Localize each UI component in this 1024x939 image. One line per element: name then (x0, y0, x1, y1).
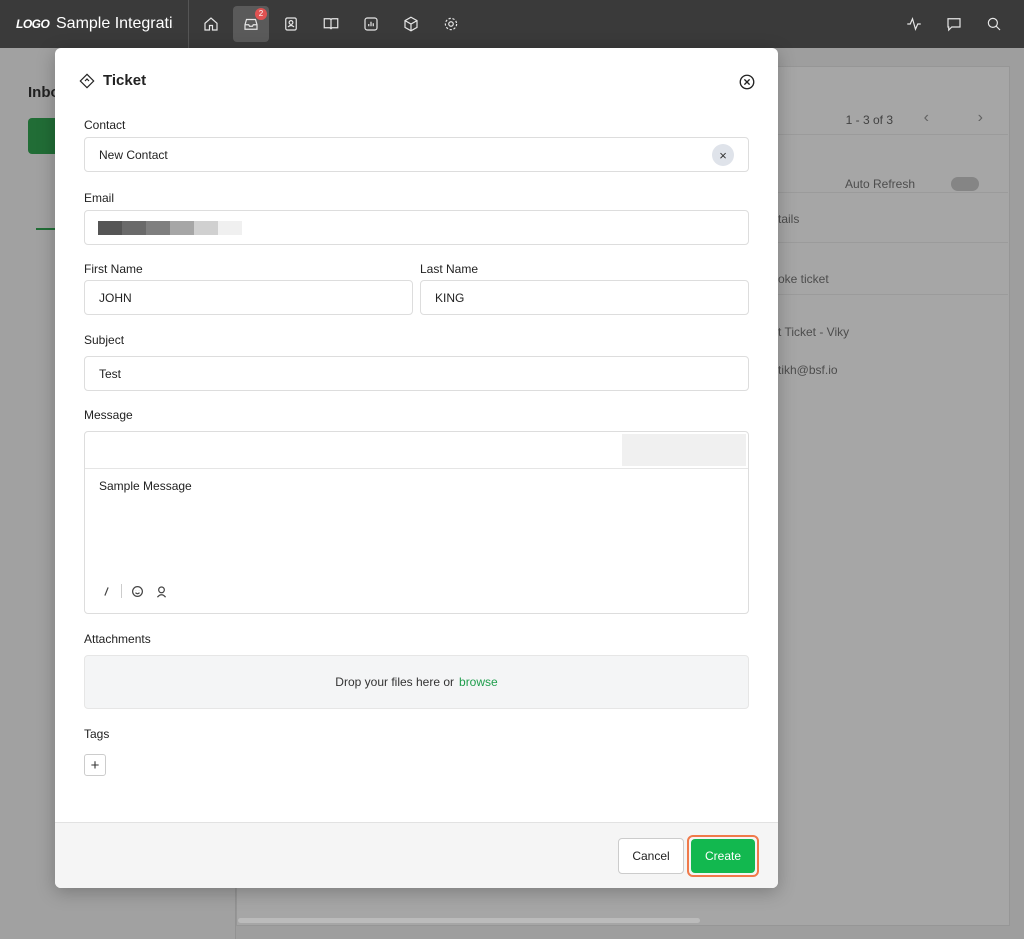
cube-icon (404, 16, 418, 32)
contact-select[interactable]: New Contact × (84, 137, 749, 172)
attachments-dropzone[interactable]: Drop your files here or browse (84, 655, 749, 709)
app-logo: LOGO (16, 17, 50, 31)
inbox-badge: 2 (255, 8, 267, 20)
tool-separator (121, 584, 122, 598)
app-title[interactable]: Sample Integrati... (56, 15, 174, 33)
nav-reports[interactable] (353, 6, 389, 42)
close-button[interactable] (738, 73, 756, 91)
editor-toolbar (85, 432, 748, 469)
last-name-value: KING (435, 290, 465, 305)
modal-footer: Cancel Create (55, 822, 778, 888)
search-icon (987, 17, 1001, 31)
drop-text: Drop your files here or (335, 675, 455, 689)
subject-value: Test (99, 366, 122, 381)
activity-button[interactable] (896, 6, 932, 42)
message-text[interactable]: Sample Message (99, 479, 192, 493)
reports-icon (364, 17, 378, 31)
last-name-label: Last Name (420, 262, 479, 276)
canned-response-button[interactable] (152, 582, 170, 600)
activity-icon (907, 16, 921, 32)
horizontal-scrollbar[interactable] (238, 918, 700, 923)
cancel-button[interactable]: Cancel (618, 838, 684, 874)
add-tag-button[interactable]: + (84, 754, 106, 776)
attachments-label: Attachments (84, 632, 151, 646)
search-button[interactable] (976, 6, 1012, 42)
toolbar-placeholder (622, 434, 746, 466)
chat-icon (947, 18, 961, 32)
clear-contact-button[interactable]: × (712, 144, 734, 166)
first-name-field[interactable]: JOHN (84, 280, 413, 315)
top-bar: LOGO Sample Integrati... 2 (0, 0, 1024, 48)
home-icon (204, 17, 218, 31)
nav-home[interactable] (193, 6, 229, 42)
top-separator (188, 0, 189, 48)
first-name-label: First Name (84, 262, 143, 276)
book-icon (323, 18, 339, 30)
create-button-highlight: Create (687, 835, 759, 877)
contacts-icon (285, 17, 297, 31)
agent-icon (156, 585, 166, 598)
smiley-icon (131, 585, 143, 597)
nav-knowledge-base[interactable] (313, 6, 349, 42)
tags-label: Tags (84, 727, 110, 741)
nav-contacts[interactable] (273, 6, 309, 42)
top-right-actions (892, 6, 1012, 42)
ticket-icon (79, 72, 95, 89)
modal-header: Ticket (79, 72, 146, 89)
message-editor[interactable]: Sample Message (84, 431, 749, 614)
contact-value: New Contact (99, 147, 168, 162)
gear-icon (444, 17, 458, 31)
emoji-button[interactable] (128, 582, 146, 600)
ticket-modal: Ticket Contact New Contact × Email First… (55, 48, 778, 888)
subject-field[interactable]: Test (84, 356, 749, 391)
slash-command-button[interactable] (97, 582, 115, 600)
close-icon (739, 74, 755, 90)
message-label: Message (84, 408, 133, 422)
slash-icon (103, 586, 109, 596)
email-label: Email (84, 191, 115, 205)
nav-inbox[interactable]: 2 (233, 6, 269, 42)
subject-label: Subject (84, 333, 125, 347)
first-name-value: JOHN (99, 290, 132, 305)
browse-link[interactable]: browse (459, 675, 498, 689)
redacted-email (98, 221, 242, 235)
email-field[interactable] (84, 210, 749, 245)
last-name-field[interactable]: KING (420, 280, 749, 315)
nav-apps[interactable] (393, 6, 429, 42)
create-button[interactable]: Create (691, 839, 755, 873)
editor-bottom-tools (97, 582, 170, 600)
contact-label: Contact (84, 118, 126, 132)
modal-title: Ticket (103, 72, 147, 89)
nav-settings[interactable] (433, 6, 469, 42)
chat-button[interactable] (936, 6, 972, 42)
